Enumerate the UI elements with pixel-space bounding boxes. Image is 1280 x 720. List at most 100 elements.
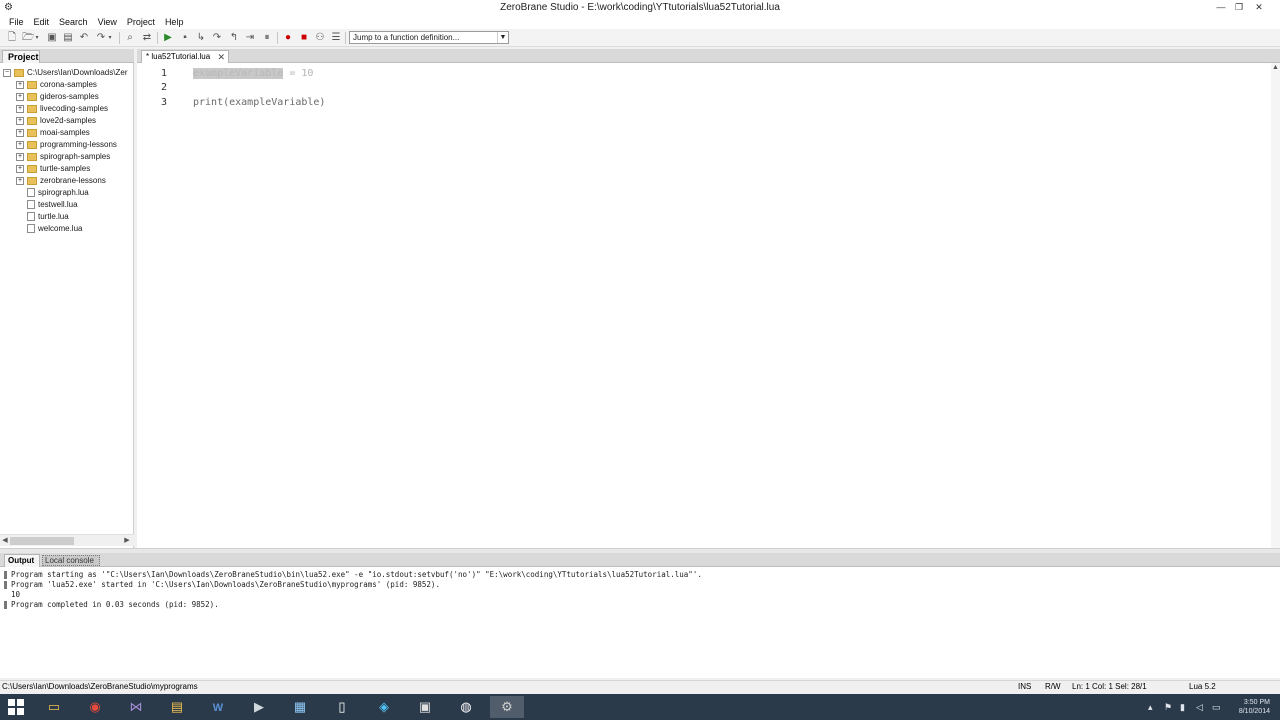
project-tab-bar: Project	[0, 49, 134, 63]
tray-network-icon[interactable]: ▮	[1180, 694, 1185, 720]
scroll-left-icon[interactable]: ◀	[0, 535, 10, 547]
tree-folder[interactable]: + love2d-samples	[16, 115, 96, 127]
expand-icon[interactable]: +	[16, 152, 24, 161]
tree-folder[interactable]: + corona-samples	[16, 79, 97, 91]
code-editor[interactable]: 1 2 3 exampleVariable = 10 print(example…	[137, 63, 1271, 548]
word-icon[interactable]: W	[201, 696, 235, 718]
scroll-up-icon[interactable]: ▲	[1271, 63, 1280, 73]
tree-folder[interactable]: + gideros-samples	[16, 91, 99, 103]
network-app-icon[interactable]: ◈	[367, 696, 401, 718]
calculator-icon[interactable]: ▦	[283, 696, 317, 718]
menu-edit[interactable]: Edit	[29, 17, 55, 27]
tray-arrow-icon[interactable]: ▴	[1148, 694, 1153, 720]
tab-local-console[interactable]: Local console	[42, 555, 100, 566]
jump-to-function-combo[interactable]: Jump to a function definition... ▼	[349, 31, 509, 44]
tree-horizontal-scrollbar[interactable]: ◀ ▶	[0, 534, 134, 546]
zerobrane-taskbar-icon[interactable]: ⚙	[490, 696, 524, 718]
folder-icon	[14, 68, 24, 77]
toggle-breakpoint-icon[interactable]: ●	[282, 32, 294, 44]
expand-icon[interactable]: +	[16, 116, 24, 125]
expand-icon[interactable]: +	[16, 80, 24, 89]
collapse-icon[interactable]: −	[3, 68, 11, 77]
tab-output[interactable]: Output	[4, 554, 40, 567]
editor-tab-bar: * lua52Tutorial.lua ✕	[137, 49, 1280, 63]
code-line[interactable]: exampleVariable = 10	[193, 68, 313, 79]
menu-help[interactable]: Help	[160, 17, 189, 27]
tray-battery-icon[interactable]: ▭	[1212, 694, 1221, 720]
tree-folder[interactable]: + zerobrane-lessons	[16, 175, 106, 187]
stack-icon[interactable]: ☰	[330, 32, 342, 44]
files-app-icon[interactable]: ▣	[408, 696, 442, 718]
editor-vertical-scrollbar[interactable]: ▲	[1271, 63, 1280, 548]
expand-icon[interactable]: +	[16, 164, 24, 173]
restore-button[interactable]: ❐	[1230, 0, 1248, 15]
run-to-cursor-icon[interactable]: ⇥	[244, 32, 256, 44]
menu-file[interactable]: File	[4, 17, 29, 27]
save-all-icon[interactable]: ▤	[62, 32, 74, 44]
tree-folder[interactable]: + moai-samples	[16, 127, 90, 139]
tree-folder[interactable]: + turtle-samples	[16, 163, 90, 175]
menu-search[interactable]: Search	[54, 17, 93, 27]
expand-icon[interactable]: +	[16, 92, 24, 101]
taskbar-clock[interactable]: 3:50 PM 8/10/2014	[1239, 698, 1270, 716]
line-number: 1	[160, 68, 167, 79]
terminal-icon[interactable]: ▶	[242, 696, 276, 718]
folder-icon	[27, 176, 37, 185]
file-explorer-icon[interactable]: ▭	[37, 696, 71, 718]
menu-project[interactable]: Project	[122, 17, 160, 27]
step-over-icon[interactable]: ↷	[211, 32, 223, 44]
open-file-icon[interactable]: 🗁	[22, 32, 34, 44]
windows-start-icon[interactable]	[8, 699, 24, 715]
code-text: = 10	[283, 68, 314, 79]
undo-icon[interactable]: ↶	[78, 32, 90, 44]
tree-file[interactable]: turtle.lua	[27, 211, 69, 223]
stop-icon[interactable]: ■	[298, 32, 310, 44]
obs-icon[interactable]: ◍	[449, 696, 483, 718]
expand-icon[interactable]: +	[16, 140, 24, 149]
chevron-down-icon[interactable]: ▼	[497, 32, 508, 43]
line-number: 3	[160, 97, 167, 108]
close-window-button[interactable]: ✕	[1250, 0, 1268, 15]
tree-file[interactable]: welcome.lua	[27, 223, 82, 235]
save-icon[interactable]: ▣	[46, 32, 58, 44]
break-icon[interactable]: ⏸	[261, 32, 273, 44]
notepad-icon[interactable]: ▯	[325, 696, 359, 718]
tree-folder[interactable]: + livecoding-samples	[16, 103, 108, 115]
taskbar: ▭ ◉ ⋈ ▤ W ▶ ▦ ▯ ◈ ▣ ◍ ⚙ ▴ ⚑ ▮ ◁ ▭ 3:50 P…	[0, 694, 1280, 720]
tree-folder[interactable]: + programming-lessons	[16, 139, 117, 151]
tab-lua52tutorial[interactable]: * lua52Tutorial.lua ✕	[141, 50, 229, 63]
redo-dropdown-icon[interactable]: ▾	[107, 32, 113, 44]
tree-root[interactable]: − C:\Users\Ian\Downloads\Zer	[3, 67, 127, 79]
watch-icon[interactable]: ⚇	[314, 32, 326, 44]
minimize-button[interactable]: —	[1212, 0, 1230, 15]
expand-icon[interactable]: +	[16, 104, 24, 113]
new-file-icon[interactable]: 🗋	[6, 32, 18, 44]
chrome-icon[interactable]: ◉	[78, 696, 112, 718]
tray-flag-icon[interactable]: ⚑	[1164, 694, 1172, 720]
scroll-thumb[interactable]	[10, 537, 74, 545]
compile-icon[interactable]: ▪	[179, 32, 191, 44]
expand-icon[interactable]: +	[16, 176, 24, 185]
expand-icon[interactable]: +	[16, 128, 24, 137]
find-icon[interactable]: ⌕	[124, 32, 136, 44]
tree-file[interactable]: spirograph.lua	[27, 187, 89, 199]
tab-project[interactable]: Project	[2, 50, 40, 63]
step-out-icon[interactable]: ↰	[228, 32, 240, 44]
code-line[interactable]: print(exampleVariable)	[193, 97, 325, 108]
redo-icon[interactable]: ↷	[95, 32, 107, 44]
step-into-icon[interactable]: ↳	[195, 32, 207, 44]
run-icon[interactable]: ▶	[162, 32, 174, 44]
visual-studio-icon[interactable]: ⋈	[119, 696, 153, 718]
folder-app-icon[interactable]: ▤	[160, 696, 194, 718]
scroll-right-icon[interactable]: ▶	[122, 535, 132, 547]
menu-view[interactable]: View	[93, 17, 122, 27]
folder-icon	[27, 92, 37, 101]
tree-file[interactable]: testwell.lua	[27, 199, 78, 211]
replace-icon[interactable]: ⇄	[141, 32, 153, 44]
open-dropdown-icon[interactable]: ▾	[34, 32, 40, 44]
status-path: C:\Users\Ian\Downloads\ZeroBraneStudio\m…	[2, 682, 198, 691]
tray-volume-icon[interactable]: ◁	[1196, 694, 1203, 720]
close-icon[interactable]: ✕	[217, 51, 225, 63]
tree-folder[interactable]: + spirograph-samples	[16, 151, 110, 163]
output-panel[interactable]: Program starting as '"C:\Users\Ian\Downl…	[0, 567, 1280, 678]
